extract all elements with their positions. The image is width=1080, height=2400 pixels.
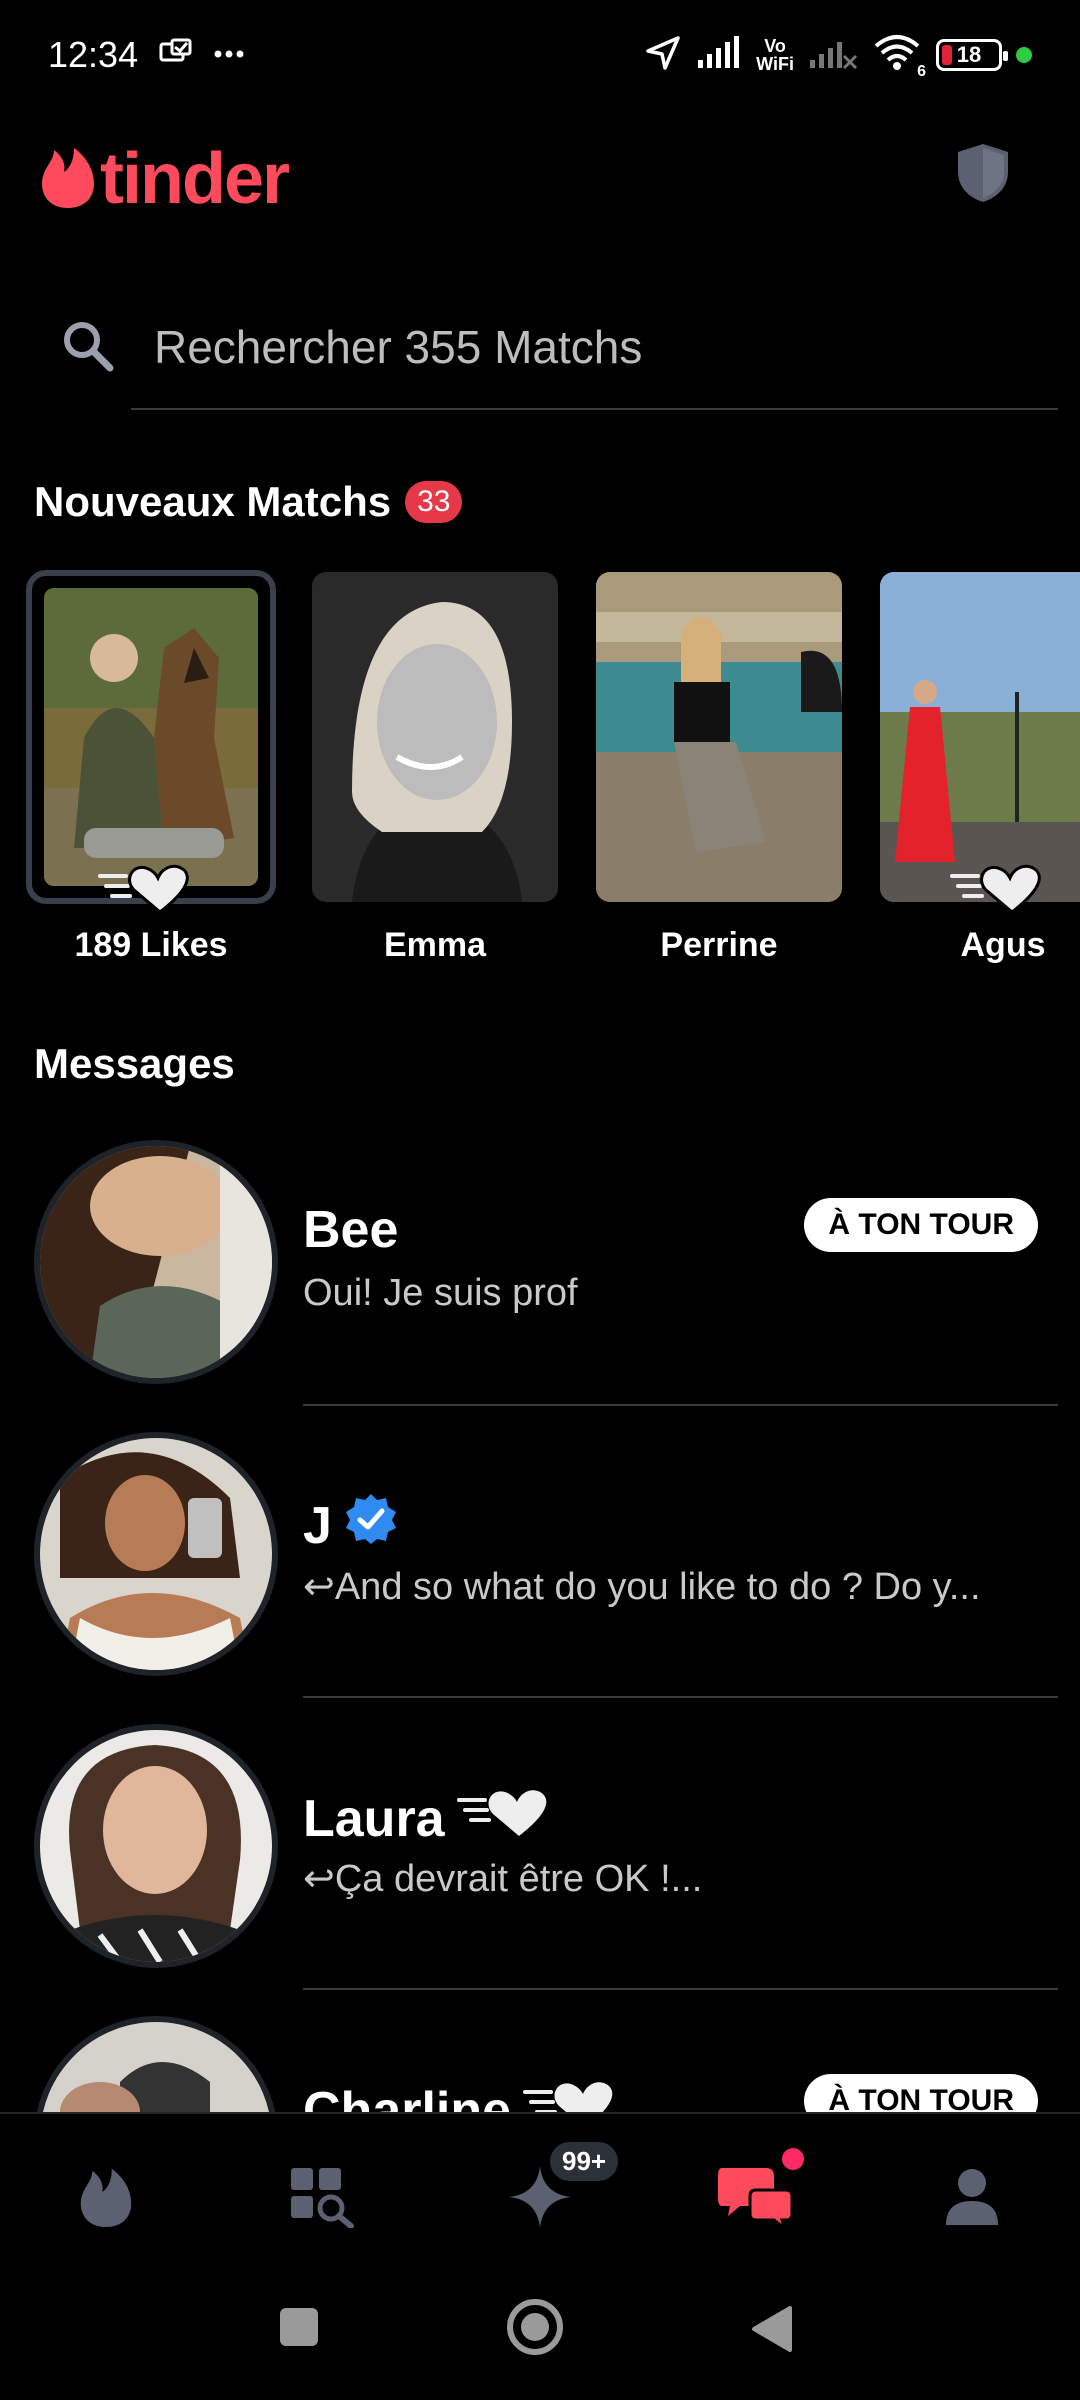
- status-bar: 12:34 Vo WiFi 6 18: [0, 0, 1080, 110]
- avatar: [34, 1432, 278, 1676]
- android-navigation-bar: [0, 2282, 1080, 2400]
- message-divider: [303, 1696, 1058, 1698]
- app-header: tinder: [0, 120, 1080, 240]
- search-underline: [131, 408, 1058, 410]
- back-triangle-icon: [748, 2306, 794, 2358]
- gold-likes-count-badge: 99+: [550, 2142, 619, 2181]
- super-like-heart-icon: [98, 860, 190, 921]
- message-preview: ↩Ça devrait être OK !...: [303, 1858, 703, 1900]
- match-name: Agus: [960, 926, 1046, 964]
- avatar: [34, 1140, 278, 1384]
- location-icon: [644, 34, 682, 77]
- your-turn-badge: À TON TOUR: [804, 1198, 1038, 1252]
- back-button[interactable]: [748, 2304, 794, 2359]
- message-row-laura[interactable]: Laura ↩Ça devrait être OK !...: [0, 1724, 1080, 2016]
- vowifi-top-text: Vo: [764, 36, 786, 56]
- privacy-indicator-dot: [1016, 47, 1032, 63]
- message-name-text: J: [303, 1496, 332, 1555]
- messages-title: Messages: [34, 1040, 235, 1087]
- avatar: [34, 2016, 278, 2112]
- flame-icon: [78, 2165, 134, 2234]
- new-matches-count-badge: 33: [405, 481, 463, 523]
- vowifi-icon: Vo WiFi: [756, 37, 794, 73]
- wifi-icon: 6: [872, 34, 926, 80]
- new-matches-title: Nouveaux Matchs: [34, 478, 392, 525]
- match-card-agus[interactable]: Agus: [880, 572, 1080, 964]
- bottom-navigation: 99+: [0, 2112, 1080, 2282]
- search-input[interactable]: [154, 312, 1054, 382]
- super-like-heart-icon: [523, 2076, 615, 2112]
- message-row-bee[interactable]: Bee Oui! Je suis prof À TON TOUR: [0, 1140, 1080, 1432]
- message-preview: Oui! Je suis prof: [303, 1272, 578, 1314]
- chat-bubbles-icon: [716, 2164, 796, 2235]
- verified-badge-icon: [344, 1492, 398, 1559]
- new-matches-header: Nouveaux Matchs 33: [34, 478, 463, 526]
- signal-icon: [696, 35, 742, 75]
- message-divider: [303, 1404, 1058, 1406]
- shield-icon: [956, 144, 1010, 208]
- message-name-text: Charline: [303, 2081, 512, 2113]
- your-turn-badge: À TON TOUR: [804, 2074, 1038, 2112]
- recent-apps-button[interactable]: [276, 2304, 322, 2355]
- message-row-j[interactable]: J ↩And so what do you like to do ? Do y.…: [0, 1432, 1080, 1724]
- message-name: J: [303, 1492, 398, 1559]
- likes-photo: [44, 588, 258, 886]
- battery-level: 18: [956, 42, 982, 67]
- profile-icon: [944, 2167, 1000, 2232]
- explore-grid-icon: [289, 2166, 355, 2233]
- super-like-heart-icon: [456, 1784, 549, 1853]
- search-bar: [56, 290, 1058, 410]
- match-name: 189 Likes: [74, 926, 228, 964]
- nav-profile-tab[interactable]: [922, 2154, 1022, 2244]
- message-name: Bee: [303, 1200, 398, 1260]
- status-right: Vo WiFi 6 18: [644, 34, 1032, 80]
- vowifi-bottom-text: WiFi: [756, 54, 794, 74]
- square-icon: [276, 2308, 322, 2354]
- message-divider: [303, 1988, 1058, 1990]
- message-row-charline[interactable]: Charline À TON TOUR: [0, 2016, 1080, 2112]
- new-matches-carousel[interactable]: 189 Likes Emma Perrine Agus: [26, 570, 1080, 972]
- match-name: Perrine: [660, 926, 778, 964]
- tinder-logo[interactable]: tinder: [40, 138, 290, 220]
- message-name: Laura: [303, 1784, 549, 1853]
- logo-text: tinder: [100, 139, 290, 219]
- match-card-emma[interactable]: Emma: [312, 572, 560, 964]
- notification-app-icon: [158, 38, 194, 73]
- home-button[interactable]: [504, 2296, 566, 2363]
- nav-explore-tab[interactable]: [272, 2154, 372, 2244]
- match-photo: [312, 572, 558, 902]
- safety-shield-button[interactable]: [956, 142, 1010, 209]
- flame-logo-icon: [40, 144, 96, 215]
- wifi-sub-text: 6: [917, 62, 926, 80]
- status-left: 12:34: [48, 34, 244, 76]
- message-name-text: Laura: [303, 1789, 445, 1848]
- nav-swipe-tab[interactable]: [56, 2154, 156, 2244]
- avatar: [34, 1724, 278, 1968]
- search-icon: [60, 318, 116, 379]
- new-message-dot: [782, 2148, 804, 2170]
- home-circle-icon: [504, 2299, 566, 2362]
- status-time: 12:34: [48, 34, 139, 75]
- super-like-heart-icon: [950, 860, 1042, 921]
- match-photo: [596, 572, 842, 902]
- signal-no-service-icon: [808, 36, 858, 75]
- message-name-text: Bee: [303, 1201, 399, 1259]
- match-photo: [880, 572, 1080, 902]
- match-name: Emma: [383, 926, 487, 964]
- match-card-perrine[interactable]: Perrine: [596, 572, 844, 964]
- more-notifications-icon: [214, 46, 244, 64]
- battery-icon: 18: [936, 39, 1008, 71]
- message-preview: ↩And so what do you like to do ? Do y...: [303, 1566, 981, 1608]
- message-name: Charline: [303, 2076, 615, 2112]
